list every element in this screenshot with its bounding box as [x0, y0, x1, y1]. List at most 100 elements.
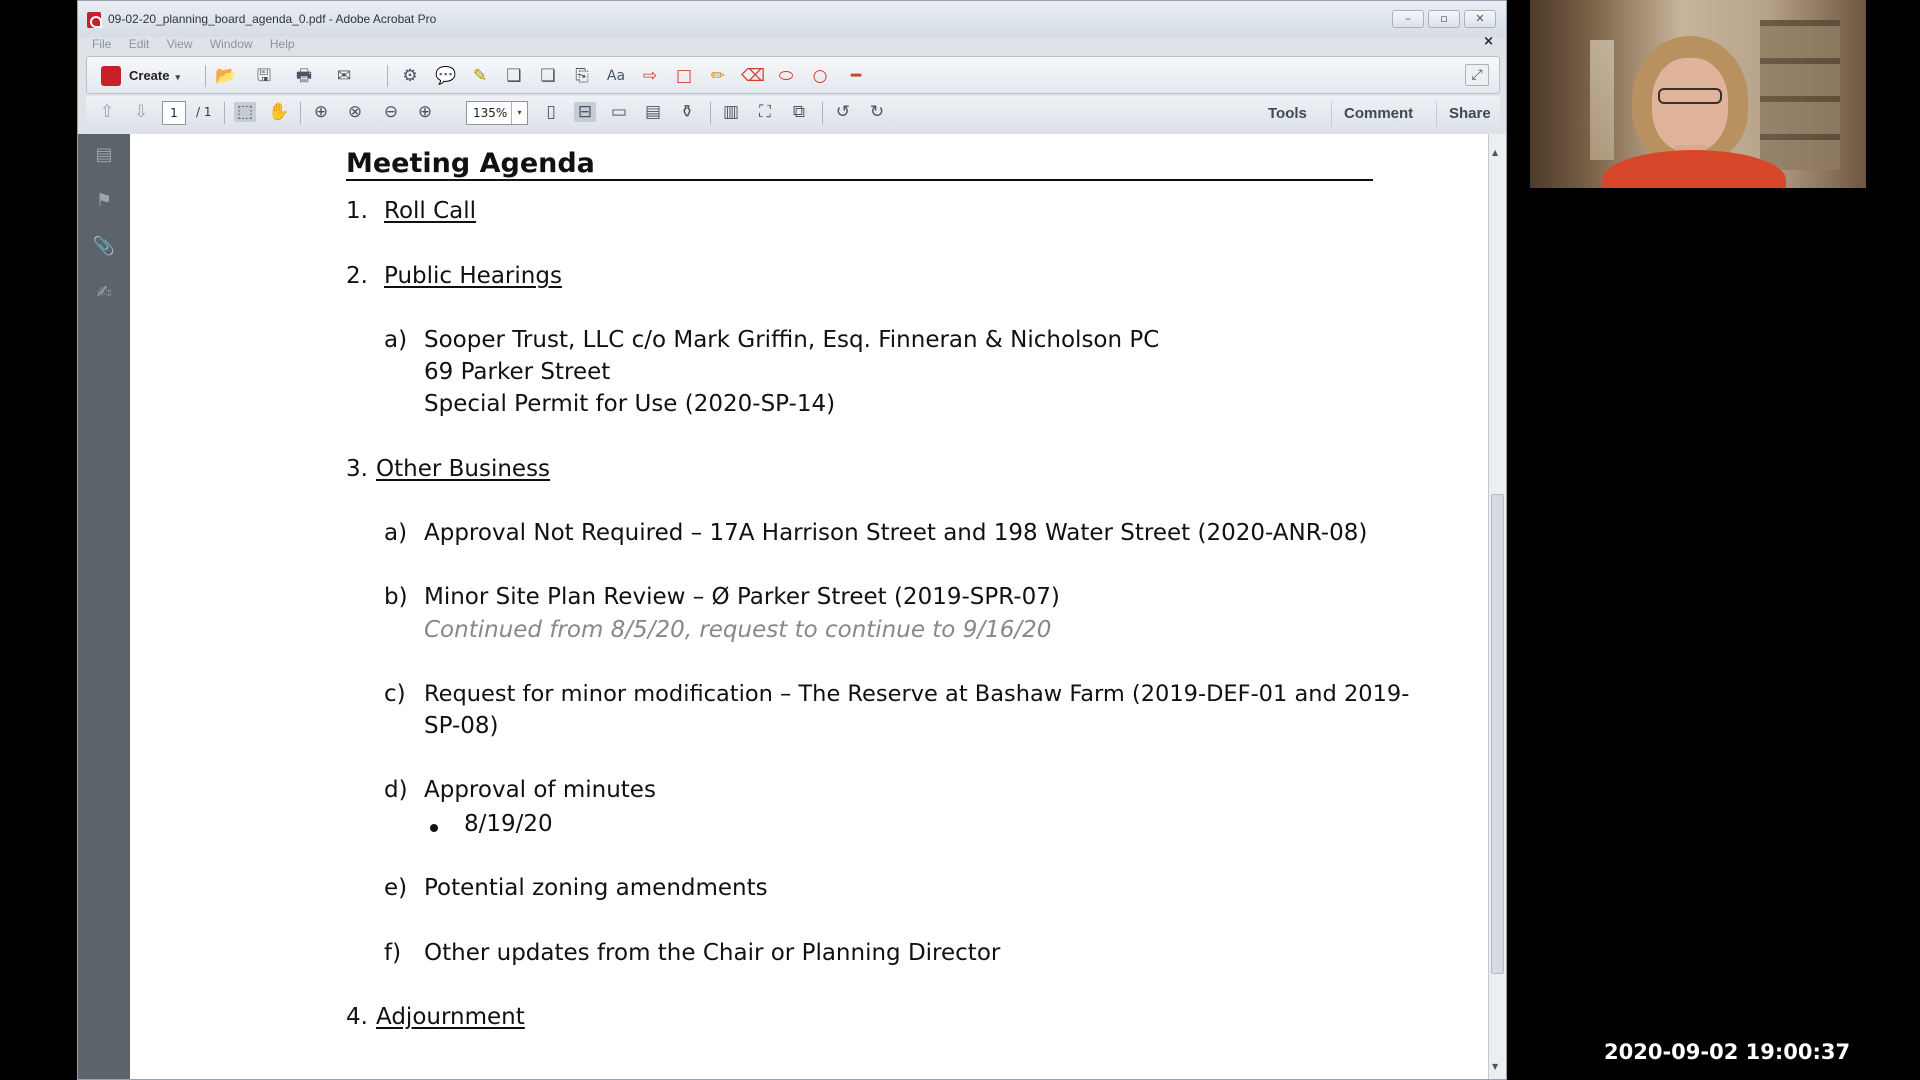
title-bar: 09-02-20_planning_board_agenda_0.pdf - A…	[78, 1, 1506, 37]
tab-tools[interactable]: Tools	[1256, 101, 1319, 127]
menu-help[interactable]: Help	[270, 34, 295, 54]
sub-item-text: Sooper Trust, LLC c/o Mark Griffin, Esq.…	[424, 327, 1160, 353]
oval-tool-icon[interactable]: ⬭	[775, 66, 797, 86]
stamp-icon[interactable]: ❑	[503, 66, 525, 86]
zoom-in-icon[interactable]: ⊕	[414, 102, 436, 122]
maximize-button[interactable]: ▫	[1428, 10, 1460, 28]
acrobat-app-icon	[87, 12, 102, 28]
agenda-item-number: 3.	[346, 456, 368, 482]
rotate-counterclockwise-icon[interactable]: ↺	[832, 102, 854, 122]
line-tool-icon[interactable]: ━	[845, 66, 867, 86]
marquee-zoom-icon[interactable]: ⊕	[310, 102, 332, 122]
sub-item-text: SP-08)	[424, 713, 499, 739]
zoom-level-select[interactable]: 135% ▾	[466, 101, 528, 125]
webcam-shelf	[1760, 20, 1840, 170]
close-document-icon[interactable]: ×	[1483, 34, 1494, 49]
chevron-down-icon[interactable]: ▾	[511, 102, 527, 124]
scroll-thumb[interactable]	[1491, 494, 1504, 974]
email-icon[interactable]: ✉	[333, 66, 355, 86]
fit-width-icon[interactable]: ⊟	[574, 102, 596, 122]
previous-page-icon[interactable]: ⇧	[96, 102, 118, 122]
tab-comment[interactable]: Comment	[1331, 101, 1425, 127]
page-number-input[interactable]: 1	[162, 101, 186, 125]
rectangle-tool-icon[interactable]: □	[673, 66, 695, 86]
heading-underline	[346, 179, 1373, 181]
full-screen-icon[interactable]: ⛶	[754, 102, 776, 122]
print-icon[interactable]: 🖶	[293, 66, 315, 86]
scroll-up-icon[interactable]: ▲	[1492, 148, 1498, 157]
acrobat-window: 09-02-20_planning_board_agenda_0.pdf - A…	[77, 0, 1507, 1080]
open-folder-icon[interactable]: 📂	[215, 66, 237, 86]
agenda-item-title: Adjournment	[376, 1004, 525, 1030]
expand-view-icon[interactable]: ⤢	[1465, 64, 1489, 86]
text-tool-icon[interactable]: Aa	[605, 66, 627, 86]
settings-gear-icon[interactable]: ⚙	[399, 66, 421, 86]
recording-timestamp: 2020-09-02 19:00:37	[1604, 1040, 1851, 1064]
document-view[interactable]: Meeting Agenda 1. Roll Call 2. Public He…	[130, 134, 1488, 1079]
scroll-down-icon[interactable]: ▼	[1492, 1062, 1498, 1071]
sub-item-letter: e)	[384, 875, 408, 901]
sub-item-letter: b)	[384, 584, 408, 610]
toolbar-divider	[387, 65, 388, 87]
select-tool-icon[interactable]: ⬚	[234, 102, 256, 122]
split-view-icon[interactable]: ⧉	[788, 102, 810, 122]
zoom-out-icon[interactable]: ⊖	[380, 102, 402, 122]
chevron-down-icon: ▾	[175, 72, 180, 82]
read-mode-icon[interactable]: ▥	[720, 102, 742, 122]
agenda-item-number: 1.	[346, 198, 368, 224]
create-button[interactable]: Create ▾	[97, 63, 188, 89]
comment-bubble-icon[interactable]: 💬	[435, 66, 457, 86]
rotate-clockwise-icon[interactable]: ↻	[866, 102, 888, 122]
vertical-scrollbar[interactable]: ▲ ▼	[1488, 134, 1506, 1079]
attachments-icon[interactable]: 📎	[91, 234, 117, 260]
navigation-pane: ▤ ⚑ 📎 ✍	[78, 134, 130, 1079]
next-page-icon[interactable]: ⇩	[130, 102, 152, 122]
fit-page-icon[interactable]: ▯	[540, 102, 562, 122]
agenda-item-number: 2.	[346, 263, 368, 289]
menu-window[interactable]: Window	[210, 34, 253, 54]
bookmarks-icon[interactable]: ⚑	[91, 188, 117, 214]
two-page-icon[interactable]: ▤	[642, 102, 664, 122]
save-icon[interactable]: 🖫	[253, 66, 275, 86]
menu-view[interactable]: View	[167, 34, 193, 54]
eraser-tool-icon[interactable]: ⌫	[741, 66, 765, 86]
window-title: 09-02-20_planning_board_agenda_0.pdf - A…	[108, 12, 437, 26]
page-thumbnails-icon[interactable]: ▤	[91, 142, 117, 168]
webcam-person-glasses	[1658, 88, 1722, 104]
agenda-item-title: Roll Call	[384, 198, 477, 224]
attach-file-icon[interactable]: ❏	[537, 66, 559, 86]
toolbar-divider	[205, 65, 206, 87]
single-page-icon[interactable]: ▭	[608, 102, 630, 122]
sub-item-text: Request for minor modification – The Res…	[424, 681, 1410, 707]
agenda-item-title: Public Hearings	[384, 263, 562, 289]
sub-item-letter: c)	[384, 681, 406, 707]
sub-item-note: Continued from 8/5/20, request to contin…	[424, 617, 1052, 643]
sub-item-text: Approval of minutes	[424, 777, 656, 803]
highlight-pen-icon[interactable]: ✎	[469, 66, 491, 86]
minutes-date: 8/19/20	[464, 811, 553, 837]
hand-tool-icon[interactable]: ✋	[268, 102, 290, 122]
tab-share[interactable]: Share	[1436, 101, 1503, 127]
sub-item-text: Other updates from the Chair or Planning…	[424, 940, 1001, 966]
sub-item-text: 69 Parker Street	[424, 359, 611, 385]
menu-file[interactable]: File	[92, 34, 111, 54]
sub-item-text: Minor Site Plan Review – Ø Parker Street…	[424, 584, 1060, 610]
page-total-label: / 1	[196, 105, 212, 119]
sub-item-letter: a)	[384, 520, 408, 546]
stamp-tool-icon[interactable]: ⚱	[676, 102, 698, 122]
toolbar-divider	[300, 102, 301, 124]
sub-item-letter: d)	[384, 777, 408, 803]
circle-tool-icon[interactable]: ○	[809, 66, 831, 86]
dynamic-zoom-icon[interactable]: ⊗	[344, 102, 366, 122]
signatures-icon[interactable]: ✍	[91, 280, 117, 306]
bullet-point	[430, 824, 438, 832]
menu-edit[interactable]: Edit	[129, 34, 150, 54]
arrow-tool-icon[interactable]: ⇨	[639, 66, 661, 86]
minimize-button[interactable]: –	[1392, 10, 1424, 28]
pencil-tool-icon[interactable]: ✏	[707, 66, 729, 86]
close-window-button[interactable]: ✕	[1464, 10, 1496, 28]
agenda-item-number: 4.	[346, 1004, 368, 1030]
export-icon[interactable]: ⎘	[571, 66, 593, 86]
webcam-video	[1530, 0, 1866, 188]
agenda-heading: Meeting Agenda	[346, 148, 595, 179]
